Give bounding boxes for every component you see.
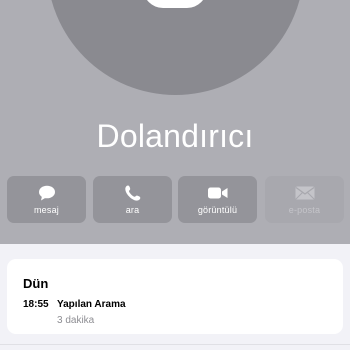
call-type: Yapılan Arama (57, 299, 126, 310)
call-history-day: Dün (23, 276, 49, 291)
call-duration: 3 dakika (57, 315, 95, 326)
call-button[interactable]: ara (93, 176, 172, 223)
contact-header: Dolandırıcı mesaj ara görüntülü e-posta (0, 0, 350, 244)
message-button-label: mesaj (33, 205, 59, 215)
contact-name: Dolandırıcı (96, 118, 254, 154)
video-camera-icon (178, 184, 257, 202)
video-button[interactable]: görüntülü (178, 176, 257, 223)
action-buttons-row: mesaj ara görüntülü e-posta (7, 176, 344, 223)
call-button-label: ara (125, 205, 140, 215)
email-button[interactable]: e-posta (265, 176, 344, 223)
message-bubble-icon (7, 184, 86, 202)
avatar-initial-glyph (143, 0, 207, 8)
avatar (47, 0, 304, 95)
call-history-card: Dün 18:55 Yapılan Arama 3 dakika (7, 259, 343, 334)
bottom-divider (0, 344, 350, 345)
video-button-label: görüntülü (197, 205, 238, 215)
message-button[interactable]: mesaj (7, 176, 86, 223)
phone-icon (93, 184, 172, 202)
call-time: 18:55 (23, 299, 49, 310)
envelope-icon (265, 184, 344, 202)
email-button-label: e-posta (288, 205, 321, 215)
